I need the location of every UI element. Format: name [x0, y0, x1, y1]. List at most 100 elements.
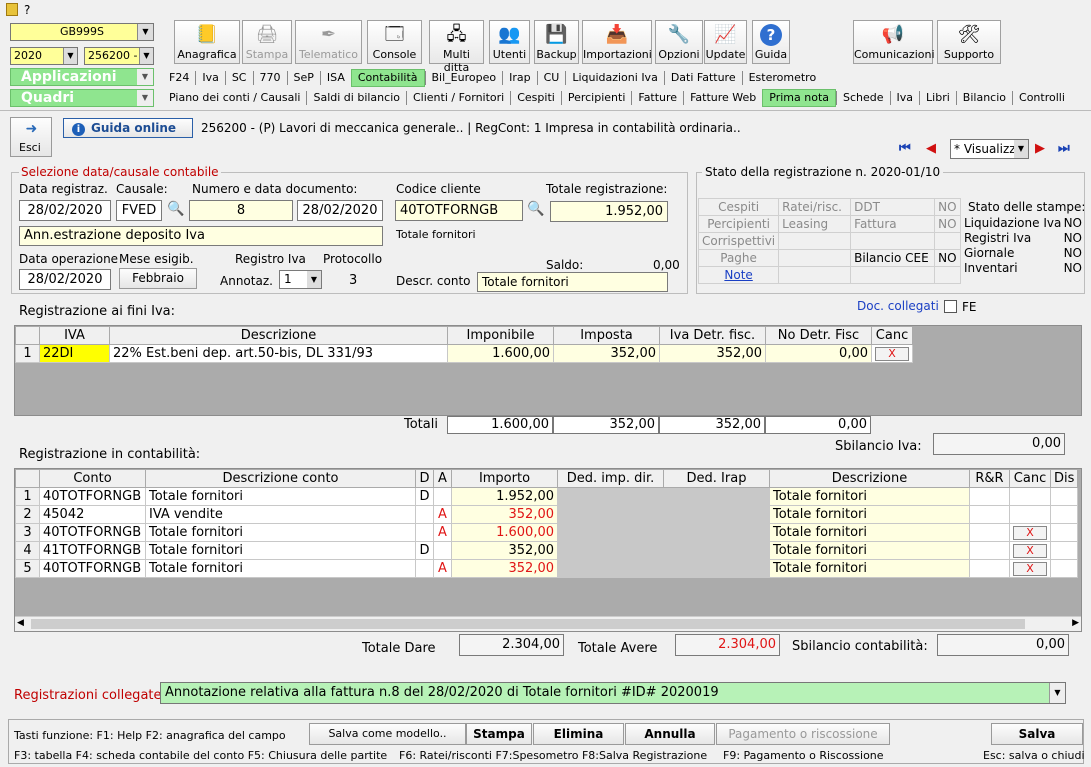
- iva-col-header[interactable]: Canc: [871, 326, 913, 345]
- tab-sep[interactable]: SeP: [286, 71, 320, 85]
- tab-fatture-web[interactable]: Fatture Web: [683, 91, 762, 105]
- contab-cell-desc[interactable]: IVA vendite: [145, 505, 416, 524]
- scroll-right-icon[interactable]: ▶: [1072, 618, 1079, 628]
- contab-col-header[interactable]: Ded. Irap: [663, 469, 770, 488]
- contab-cell-a[interactable]: A: [433, 505, 452, 524]
- fe-checkbox[interactable]: [944, 300, 957, 313]
- delete-row-button[interactable]: X: [1013, 544, 1047, 558]
- contab-cell-d[interactable]: [415, 505, 434, 524]
- stampa-button[interactable]: 🖨 Stampa: [242, 20, 292, 64]
- iva-cell-nodetr[interactable]: 0,00: [765, 344, 872, 363]
- tab-770[interactable]: 770: [252, 71, 287, 85]
- importazioni-button[interactable]: 📥 Importazioni: [582, 20, 652, 64]
- iva-col-header[interactable]: Descrizione: [109, 326, 448, 345]
- mese-field[interactable]: Febbraio: [119, 268, 197, 289]
- delete-row-button[interactable]: X: [875, 347, 909, 361]
- contab-cell-desc[interactable]: Totale fornitori: [145, 559, 416, 578]
- contab-cell-conto[interactable]: 40TOTFORNGB: [39, 487, 146, 506]
- tab-saldi-di-bilancio[interactable]: Saldi di bilancio: [306, 91, 406, 105]
- contab-cell-importo[interactable]: 1.600,00: [451, 523, 558, 542]
- data-op-field[interactable]: 28/02/2020: [19, 269, 111, 290]
- contab-cell-descr[interactable]: Totale fornitori: [769, 541, 970, 560]
- tab-schede[interactable]: Schede: [836, 91, 890, 105]
- delete-row-button[interactable]: X: [1013, 526, 1047, 540]
- delete-row-button[interactable]: X: [1013, 562, 1047, 576]
- contab-cell-conto[interactable]: 40TOTFORNGB: [39, 523, 146, 542]
- quadri-select[interactable]: Quadri ▼: [10, 89, 154, 107]
- comunicazioni-button[interactable]: 📢 Comunicazioni: [853, 20, 935, 64]
- iva-cell-iva[interactable]: 22DI: [39, 344, 110, 363]
- contab-cell-importo[interactable]: 352,00: [451, 541, 558, 560]
- search-icon[interactable]: 🔍: [167, 201, 185, 219]
- salva-button[interactable]: Salva: [991, 723, 1083, 745]
- contab-cell-d[interactable]: D: [415, 541, 434, 560]
- contab-col-header[interactable]: Dis: [1049, 469, 1079, 488]
- stampa-button[interactable]: Stampa: [466, 723, 532, 745]
- tab-percipienti[interactable]: Percipienti: [560, 91, 632, 105]
- contab-cell-conto[interactable]: 45042: [39, 505, 146, 524]
- chevron-down-icon[interactable]: ▼: [1014, 140, 1028, 158]
- descrizione-field[interactable]: Ann.estrazione deposito Iva: [19, 226, 383, 246]
- tab-sc[interactable]: SC: [224, 71, 253, 85]
- contab-col-header[interactable]: A: [433, 469, 452, 488]
- contab-cell-desc[interactable]: Totale fornitori: [145, 541, 416, 560]
- contab-cell-importo[interactable]: 352,00: [451, 559, 558, 578]
- contab-row[interactable]: 3 40TOTFORNGB Totale fornitori A 1.600,00 Tot…: [15, 523, 1079, 542]
- chevron-down-icon[interactable]: ▼: [63, 48, 77, 64]
- contab-row[interactable]: 5 40TOTFORNGB Totale fornitori A 352,00 Total…: [15, 559, 1079, 578]
- contab-col-header[interactable]: Conto: [39, 469, 146, 488]
- tab-dati-fatture[interactable]: Dati Fatture: [663, 71, 742, 85]
- contab-cell-a[interactable]: A: [433, 523, 452, 542]
- contab-row[interactable]: 4 41TOTFORNGB Totale fornitori D 352,00 Total…: [15, 541, 1079, 560]
- year-select[interactable]: 2020 ▼: [10, 47, 78, 65]
- chevron-down-icon[interactable]: ▼: [137, 69, 153, 85]
- contab-row[interactable]: 1 40TOTFORNGB Totale fornitori D 1.952,00 Tot…: [15, 487, 1079, 506]
- contab-cell-descr[interactable]: Totale fornitori: [769, 559, 970, 578]
- tab-f24[interactable]: F24: [163, 71, 195, 85]
- contab-col-header[interactable]: R&R: [969, 469, 1010, 488]
- first-record-button[interactable]: ⏮: [899, 141, 921, 159]
- chevron-down-icon[interactable]: ▼: [1049, 683, 1065, 703]
- tab-irap[interactable]: Irap: [502, 71, 537, 85]
- contab-row[interactable]: 2 45042 IVA vendite A 352,00 Totale fornitori: [15, 505, 1079, 524]
- supporto-button[interactable]: 🛠 Supporto: [937, 20, 1001, 64]
- contab-cell-descr[interactable]: Totale fornitori: [769, 505, 970, 524]
- pagamento-button[interactable]: Pagamento o riscossione: [716, 723, 890, 745]
- iva-col-header[interactable]: Imponibile: [447, 326, 554, 345]
- elimina-button[interactable]: Elimina: [533, 723, 624, 745]
- tab-fatture[interactable]: Fatture: [631, 91, 683, 105]
- contab-cell-a[interactable]: [433, 487, 452, 506]
- contab-cell-descr[interactable]: Totale fornitori: [769, 487, 970, 506]
- last-record-button[interactable]: ⏭: [1058, 141, 1082, 159]
- contab-col-header[interactable]: Importo: [451, 469, 558, 488]
- tab-cu[interactable]: CU: [536, 71, 566, 85]
- company-select[interactable]: GB999S ▼: [10, 23, 154, 41]
- utenti-button[interactable]: 👥 Utenti: [489, 20, 530, 64]
- tab-bil-europeo[interactable]: Bil_Europeo: [424, 71, 503, 85]
- tab-cespiti[interactable]: Cespiti: [510, 91, 561, 105]
- contab-cell-a[interactable]: A: [433, 559, 452, 578]
- chevron-down-icon[interactable]: ▼: [137, 90, 153, 106]
- datadoc-field[interactable]: 28/02/2020: [297, 200, 383, 221]
- contab-cell-desc[interactable]: Totale fornitori: [145, 487, 416, 506]
- contab-col-header[interactable]: Canc: [1009, 469, 1051, 488]
- iva-col-header[interactable]: Iva Detr. fisc.: [659, 326, 766, 345]
- contab-col-header[interactable]: Descrizione: [769, 469, 970, 488]
- note-link[interactable]: Note: [697, 266, 780, 284]
- iva-col-header[interactable]: No Detr. Fisc: [765, 326, 872, 345]
- console-button[interactable]: 🗔 Console: [367, 20, 422, 64]
- anagrafica-button[interactable]: 📒 Anagrafica: [174, 20, 240, 64]
- guida-button[interactable]: ? Guida: [752, 20, 790, 64]
- causale-field[interactable]: FVED: [116, 200, 162, 221]
- tab-contabilit-[interactable]: Contabilità: [350, 69, 425, 87]
- contab-cell-d[interactable]: D: [415, 487, 434, 506]
- contab-cell-conto[interactable]: 40TOTFORNGB: [39, 559, 146, 578]
- tab-isa[interactable]: ISA: [319, 71, 351, 85]
- contab-cell-importo[interactable]: 352,00: [451, 505, 558, 524]
- doc-collegati-link[interactable]: Doc. collegati: [857, 299, 939, 313]
- backup-button[interactable]: 💾 Backup: [534, 20, 579, 64]
- scrollbar-thumb[interactable]: [31, 619, 1025, 629]
- opzioni-button[interactable]: 🔧 Opzioni: [655, 20, 703, 64]
- collegate-select[interactable]: Annotazione relativa alla fattura n.8 de…: [160, 682, 1066, 704]
- tab-liquidazioni-iva[interactable]: Liquidazioni Iva: [565, 71, 664, 85]
